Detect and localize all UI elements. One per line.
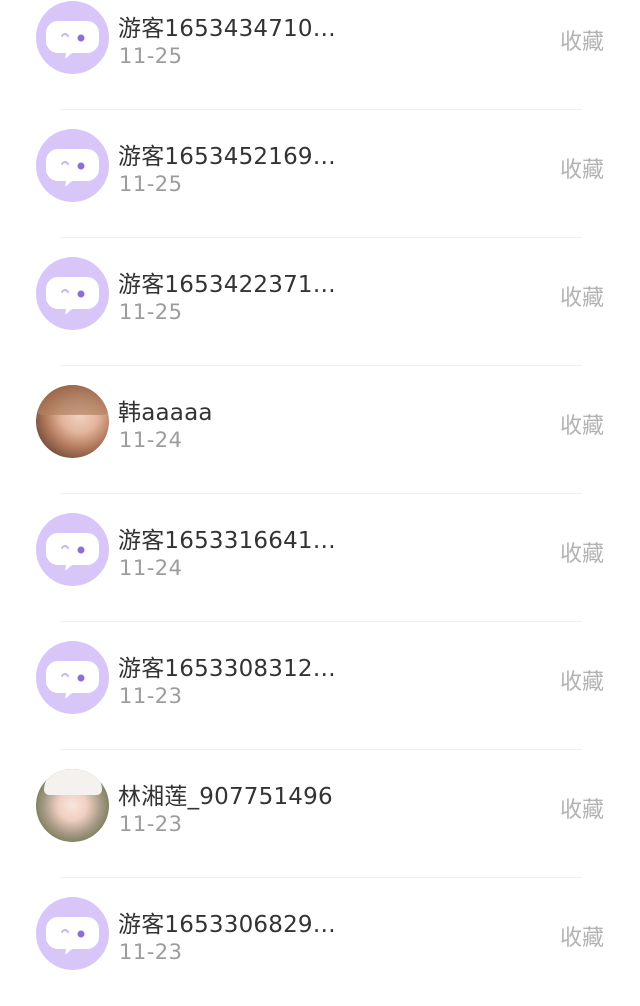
default-chat-avatar-icon xyxy=(36,1,109,74)
favorite-button[interactable]: 收藏 xyxy=(560,280,604,312)
default-chat-avatar-icon xyxy=(36,641,109,714)
visit-date: 11-24 xyxy=(119,428,183,452)
user-photo-avatar xyxy=(36,769,109,842)
visit-date: 11-23 xyxy=(119,684,183,708)
default-chat-avatar-icon xyxy=(36,129,109,202)
visit-date: 11-23 xyxy=(119,812,183,836)
visitor-list: 游客1653434710… 11-25 收藏 游客1653452169… 11-… xyxy=(0,0,640,1006)
visit-date: 11-25 xyxy=(119,44,183,68)
visitor-name: 韩aaaaa xyxy=(118,400,213,426)
list-item[interactable]: 游客1653308312… 11-23 收藏 xyxy=(0,622,640,750)
visitor-name: 游客1653434710… xyxy=(118,16,336,42)
visitor-name: 林湘莲_907751496 xyxy=(118,784,333,810)
list-item[interactable]: 韩aaaaa 11-24 收藏 xyxy=(0,366,640,494)
list-item[interactable]: 游客1653434710… 11-25 收藏 xyxy=(0,0,640,110)
list-item[interactable]: 林湘莲_907751496 11-23 收藏 xyxy=(0,750,640,878)
list-item[interactable]: 游客1653422371… 11-25 收藏 xyxy=(0,238,640,366)
favorite-button[interactable]: 收藏 xyxy=(560,408,604,440)
visitor-name: 游客1653422371… xyxy=(118,272,336,298)
avatar-photo-detail xyxy=(36,385,109,415)
favorite-button[interactable]: 收藏 xyxy=(560,920,604,952)
favorite-button[interactable]: 收藏 xyxy=(560,24,604,56)
visitor-name: 游客1653316641… xyxy=(118,528,336,554)
favorite-button[interactable]: 收藏 xyxy=(560,664,604,696)
favorite-button[interactable]: 收藏 xyxy=(560,152,604,184)
default-chat-avatar-icon xyxy=(36,897,109,970)
visitor-name: 游客1653452169… xyxy=(118,144,336,170)
visit-date: 11-25 xyxy=(119,172,183,196)
default-chat-avatar-icon xyxy=(36,257,109,330)
favorite-button[interactable]: 收藏 xyxy=(560,536,604,568)
list-item[interactable]: 游客1653452169… 11-25 收藏 xyxy=(0,110,640,238)
favorite-button[interactable]: 收藏 xyxy=(560,792,604,824)
avatar-photo-detail xyxy=(44,769,102,795)
default-chat-avatar-icon xyxy=(36,513,109,586)
list-item[interactable]: 游客1653316641… 11-24 收藏 xyxy=(0,494,640,622)
visit-date: 11-23 xyxy=(119,940,183,964)
visitor-name: 游客1653308312… xyxy=(118,656,336,682)
user-photo-avatar xyxy=(36,385,109,458)
visit-date: 11-24 xyxy=(119,556,183,580)
list-item[interactable]: 游客1653306829… 11-23 收藏 xyxy=(0,878,640,1006)
visit-date: 11-25 xyxy=(119,300,183,324)
visitor-name: 游客1653306829… xyxy=(118,912,336,938)
